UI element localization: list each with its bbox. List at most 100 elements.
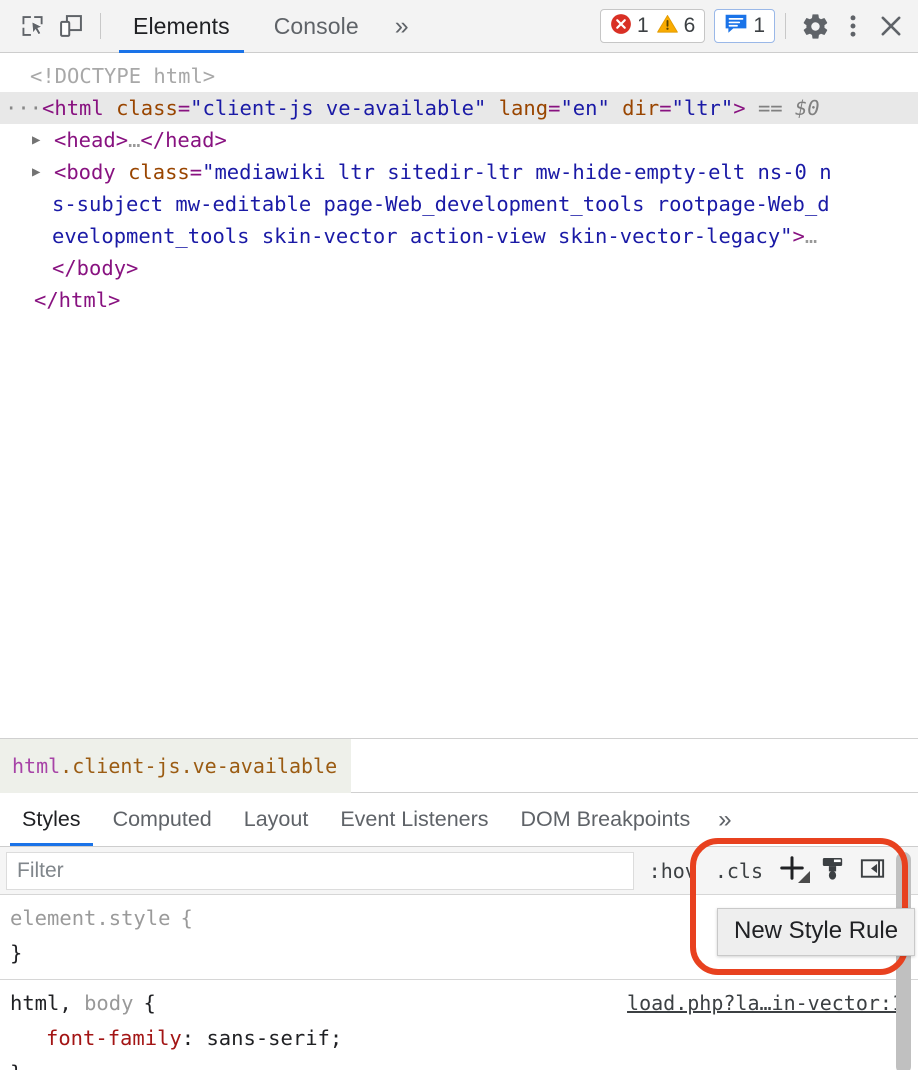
more-panels-button[interactable]: » xyxy=(381,0,423,53)
body-attr-class-value-2: s-subject mw-editable page-Web_developme… xyxy=(52,192,830,216)
selected-node-marker: == $0 xyxy=(758,96,820,120)
devtools-main-toolbar: Elements Console » 1 xyxy=(0,0,918,53)
styles-pane-scrollbar[interactable] xyxy=(896,848,911,1070)
tab-elements-label: Elements xyxy=(133,13,230,40)
toolbar-divider-2 xyxy=(785,13,786,39)
doctype-text: <!DOCTYPE html> xyxy=(30,64,215,88)
panel-tab-list: Elements Console » xyxy=(111,0,423,53)
body-close-tag: </body> xyxy=(52,256,138,280)
declaration-value[interactable]: sans-serif; xyxy=(206,1026,342,1050)
toggle-computed-sidebar-button[interactable] xyxy=(852,851,892,891)
inspect-element-icon xyxy=(19,12,47,40)
devtools-window: Elements Console » 1 xyxy=(0,0,918,1070)
dom-node-html-close[interactable]: </html> xyxy=(0,284,918,316)
rule-selector-body[interactable]: body xyxy=(84,991,133,1015)
body-attr-class-name: class xyxy=(128,160,190,184)
selected-node-dots: ··· xyxy=(0,96,42,120)
warning-counter[interactable]: 6 xyxy=(656,13,696,40)
cls-label: .cls xyxy=(715,859,763,883)
rule-selector-html[interactable]: html xyxy=(10,991,59,1015)
dom-tree-panel[interactable]: <!DOCTYPE html> ···<html class="client-j… xyxy=(0,53,918,739)
html-attr-lang-value: "en" xyxy=(560,96,609,120)
message-counter[interactable]: 1 xyxy=(724,13,765,40)
expand-triangle-icon[interactable]: ▶ xyxy=(32,124,48,156)
dom-node-body-cont-1: s-subject mw-editable page-Web_developme… xyxy=(0,188,918,220)
rule-open-brace: { xyxy=(170,901,192,936)
tab-console-label: Console xyxy=(274,13,359,40)
error-icon xyxy=(610,13,632,40)
tab-event-listeners-label: Event Listeners xyxy=(340,807,488,832)
html-attr-class-value: "client-js ve-available" xyxy=(190,96,486,120)
more-styles-tabs-button[interactable]: » xyxy=(706,793,743,846)
tab-styles[interactable]: Styles xyxy=(6,793,97,846)
head-open-tag: <head> xyxy=(54,128,128,152)
warning-count: 6 xyxy=(684,14,696,38)
html-attr-dir-value: "ltr" xyxy=(672,96,734,120)
error-counter[interactable]: 1 xyxy=(610,13,649,40)
breadcrumb-item-html[interactable]: html.client-js.ve-available xyxy=(0,739,351,793)
tooltip-label: New Style Rule xyxy=(734,917,898,944)
dom-node-body-close[interactable]: </body> xyxy=(0,252,918,284)
settings-button[interactable] xyxy=(796,7,834,45)
body-ellipsis: … xyxy=(805,224,817,248)
messages-counter-group[interactable]: 1 xyxy=(714,9,775,43)
close-devtools-button[interactable] xyxy=(872,7,910,45)
filter-input[interactable]: Filter xyxy=(6,852,634,890)
head-close-tag: </head> xyxy=(140,128,226,152)
message-count: 1 xyxy=(753,14,765,38)
warning-icon xyxy=(656,13,679,40)
dom-doctype-line: <!DOCTYPE html> xyxy=(0,60,918,92)
new-style-rule-button[interactable] xyxy=(772,851,812,891)
body-open-gt: > xyxy=(793,224,805,248)
body-tag-name: body xyxy=(66,160,115,184)
style-rule-html-body[interactable]: html, body{ load.php?la…in-vector:1 font… xyxy=(0,980,918,1070)
gear-icon xyxy=(801,12,830,41)
tab-computed[interactable]: Computed xyxy=(97,793,228,846)
chevron-double-right-icon: » xyxy=(395,12,409,41)
tab-elements[interactable]: Elements xyxy=(111,0,252,53)
rule-selector[interactable]: element.style xyxy=(10,901,170,936)
toolbar-divider-1 xyxy=(100,13,101,39)
tab-dom-breakpoints[interactable]: DOM Breakpoints xyxy=(505,793,707,846)
rule-open-brace: { xyxy=(133,991,155,1015)
html-attr-class-name: class xyxy=(116,96,178,120)
tab-layout[interactable]: Layout xyxy=(228,793,325,846)
chevron-double-right-icon: » xyxy=(718,806,731,834)
paintbrush-icon xyxy=(818,854,847,888)
hov-label: :hov xyxy=(649,859,697,883)
filter-placeholder: Filter xyxy=(17,859,64,883)
tab-event-listeners[interactable]: Event Listeners xyxy=(324,793,504,846)
style-rule-header: html, body{ load.php?la…in-vector:1 xyxy=(0,986,918,1021)
message-icon xyxy=(724,13,748,40)
declaration-colon: : xyxy=(182,1026,207,1050)
expand-triangle-icon[interactable]: ▶ xyxy=(32,156,48,188)
styles-pane-scrollbar-thumb[interactable] xyxy=(896,852,911,1070)
error-count: 1 xyxy=(637,14,649,38)
declaration-font-family[interactable]: font-family: sans-serif; xyxy=(0,1021,918,1056)
rule-close-brace-row: } xyxy=(0,1056,918,1070)
toggle-device-toolbar-button[interactable] xyxy=(52,7,90,45)
declaration-property[interactable]: font-family xyxy=(46,1026,182,1050)
styles-toolbar: Filter :hov .cls xyxy=(0,847,918,895)
dropdown-triangle-icon[interactable] xyxy=(798,870,810,888)
rule-selector-comma: , xyxy=(59,991,84,1015)
copy-styles-button[interactable] xyxy=(812,851,852,891)
dom-node-body[interactable]: ▶ <body class="mediawiki ltr sitedir-ltr… xyxy=(0,156,918,188)
dom-node-head[interactable]: ▶ <head>…</head> xyxy=(0,124,918,156)
body-attr-class-value-3: evelopment_tools skin-vector action-view… xyxy=(52,224,793,248)
sidebar-toggle-icon xyxy=(858,854,887,888)
dom-node-body-cont-2: evelopment_tools skin-vector action-view… xyxy=(0,220,918,252)
tab-computed-label: Computed xyxy=(113,807,212,832)
tooltip-new-style-rule: New Style Rule xyxy=(717,908,915,956)
toggle-class-editor-button[interactable]: .cls xyxy=(706,854,772,888)
dom-node-html[interactable]: ···<html class="client-js ve-available" … xyxy=(0,92,918,124)
html-open-lt: < xyxy=(42,96,54,120)
toggle-element-state-button[interactable]: :hov xyxy=(640,854,706,888)
body-attr-class-value-1: "mediawiki ltr sitedir-ltr mw-hide-empty… xyxy=(202,160,831,184)
issues-counter-group[interactable]: 1 6 xyxy=(600,9,705,43)
html-close-tag: </html> xyxy=(34,288,120,312)
inspect-element-button[interactable] xyxy=(14,7,52,45)
tab-console[interactable]: Console xyxy=(252,0,381,53)
rule-source-link[interactable]: load.php?la…in-vector:1 xyxy=(627,986,904,1021)
more-options-button[interactable] xyxy=(834,7,872,45)
